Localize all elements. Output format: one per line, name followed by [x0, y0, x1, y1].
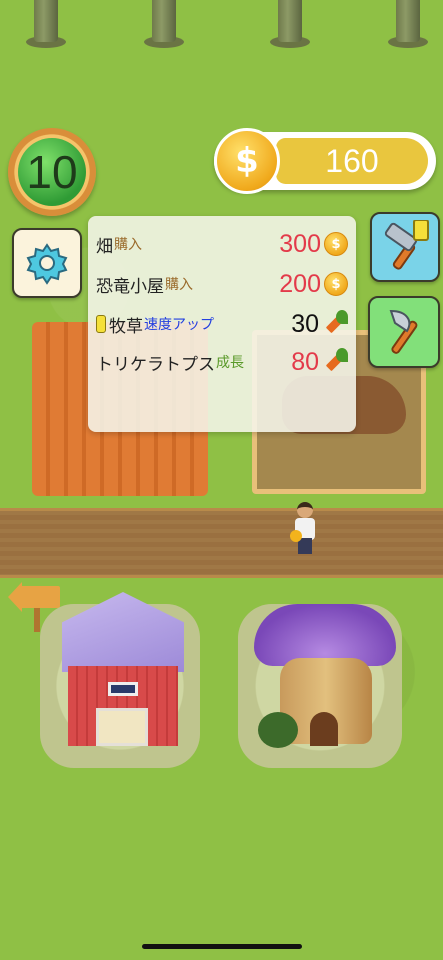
coin-value: 160	[276, 138, 428, 184]
shop-row-dino-hut[interactable]: 恐竜小屋 購入 200 $	[96, 268, 348, 300]
item-name: 牧草	[109, 316, 143, 337]
tree-trunk	[388, 0, 428, 48]
coin-icon: $	[324, 272, 348, 296]
shop-row-pasture[interactable]: 牧草 速度アップ 30	[96, 308, 348, 340]
item-name: トリケラトプス	[96, 354, 215, 375]
item-action: 速度アップ	[144, 317, 214, 333]
alert-icon	[96, 315, 106, 333]
item-price: 30	[291, 309, 319, 338]
item-price: 300	[279, 229, 321, 258]
shop-row-triceratops[interactable]: トリケラトプス 成長 80	[96, 346, 348, 378]
shop-row-field[interactable]: 畑 購入 300 $	[96, 228, 348, 260]
mushroom-house[interactable]	[254, 594, 396, 754]
tree-trunk	[144, 0, 184, 48]
tree-trunk	[26, 0, 66, 48]
coin-icon: $	[214, 128, 280, 194]
hammer-icon	[384, 220, 429, 270]
shop-price-panel: 畑 購入 300 $ 恐竜小屋 購入 200 $ 牧草 速度アップ 30 トリケ…	[88, 216, 356, 432]
carrot-icon	[322, 348, 348, 376]
item-name: 恐竜小屋	[96, 276, 164, 297]
item-name: 畑	[96, 236, 113, 257]
gear-icon	[26, 243, 68, 285]
build-button[interactable]	[370, 212, 440, 282]
item-action: 購入	[165, 277, 193, 293]
player-character	[290, 502, 318, 554]
axe-icon	[389, 309, 418, 354]
settings-button[interactable]	[12, 228, 82, 298]
item-action: 成長	[216, 355, 244, 371]
carrot-icon	[322, 310, 348, 338]
level-badge: 10	[8, 128, 96, 216]
item-price: 80	[291, 347, 319, 376]
coin-icon: $	[324, 232, 348, 256]
dirt-path	[0, 508, 443, 578]
barn-building[interactable]	[62, 592, 184, 754]
home-indicator[interactable]	[142, 944, 302, 949]
item-action: 購入	[114, 237, 142, 253]
demolish-button[interactable]	[368, 296, 440, 368]
tree-trunk	[270, 0, 310, 48]
item-price: 200	[279, 269, 321, 298]
level-value: 10	[18, 138, 86, 206]
